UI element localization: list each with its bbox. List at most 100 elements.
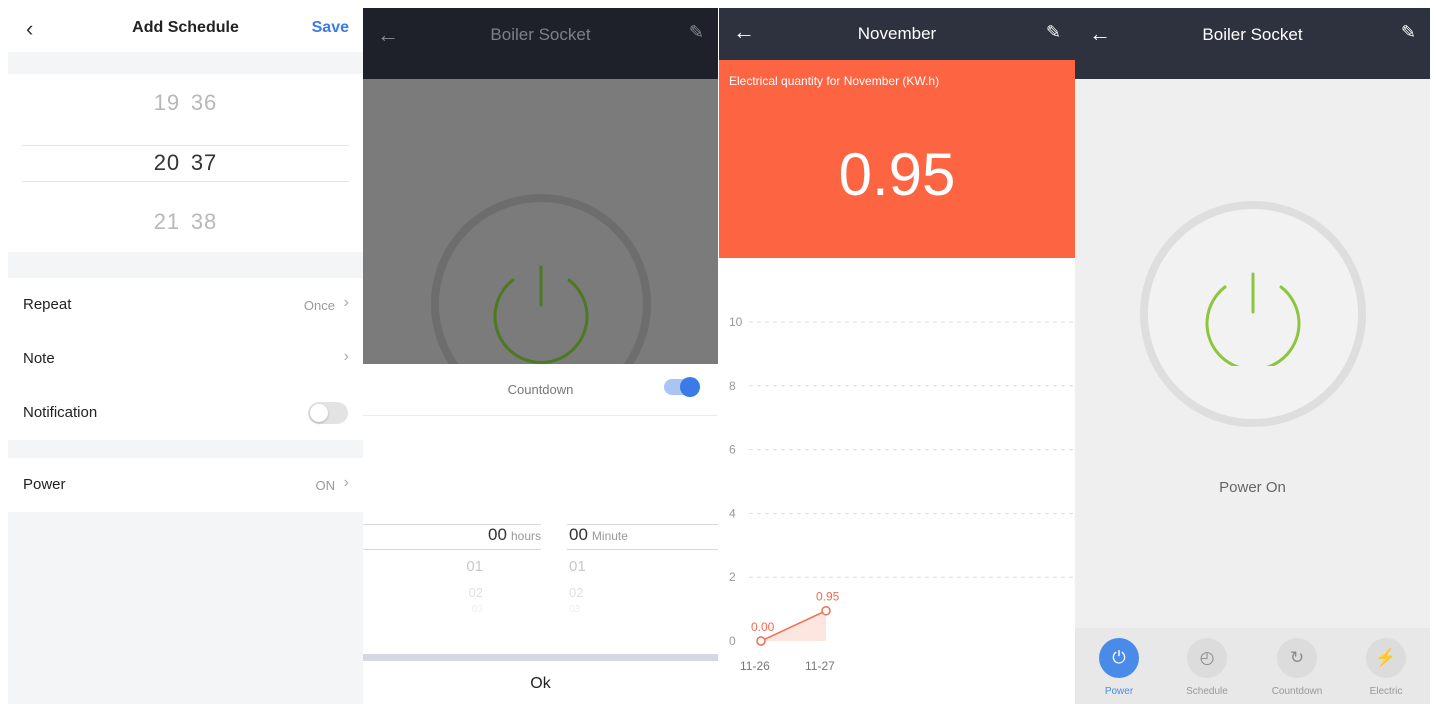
page-title: Add Schedule: [132, 19, 239, 36]
hours-options: 01 02 03: [363, 558, 541, 612]
repeat-value: Once: [303, 298, 335, 313]
minutes-picker[interactable]: 00 Minute 01 02 03: [567, 524, 718, 612]
countdown-screen: ← Boiler Socket ✎ Countdown 00 hours 01 0…: [363, 8, 718, 704]
nav-electric[interactable]: ⚡ Electric: [1351, 638, 1421, 697]
minute-selected: 37: [190, 150, 218, 175]
power-icon: [1205, 272, 1301, 366]
notification-toggle[interactable]: [308, 402, 348, 424]
minute-option: 38: [190, 209, 218, 234]
nav-label: Electric: [1369, 686, 1403, 697]
save-button[interactable]: Save: [312, 19, 349, 37]
power-options: Power ON ›: [8, 458, 363, 512]
hours-value: 00: [488, 525, 507, 544]
hour-selected: 20: [153, 150, 181, 175]
add-schedule-screen: ‹ Add Schedule Save 19 36 20 37 21 38 Re…: [8, 8, 363, 704]
socket-header: ← Boiler Socket ✎: [1075, 8, 1430, 79]
usage-caption: Electrical quantity for November (KW.h): [729, 74, 940, 88]
chevron-right-icon: ›: [343, 294, 349, 311]
minutes-option: 01: [569, 558, 586, 575]
power-row[interactable]: Power ON ›: [8, 458, 363, 512]
hours-picker[interactable]: 00 hours 01 02 03: [363, 524, 543, 612]
nav-label: Power: [1104, 686, 1134, 697]
time-option-next[interactable]: 21 38: [8, 209, 363, 235]
x-tick-label: 11-27: [805, 659, 835, 673]
pencil-icon[interactable]: ✎: [1046, 22, 1061, 43]
chevron-right-icon: ›: [343, 348, 349, 365]
notification-label: Notification: [23, 404, 98, 421]
socket-screen: ← Boiler Socket ✎ Power On ⏻ Power ◴ Sch…: [1075, 8, 1430, 704]
pencil-icon[interactable]: ✎: [1401, 22, 1416, 43]
power-label: Power: [23, 476, 66, 493]
minutes-option: 03: [569, 604, 581, 612]
y-tick-label: 10: [729, 315, 743, 329]
countdown-sheet: Countdown 00 hours 01 02 03 00 Minute 01 0…: [363, 364, 718, 704]
repeat-row[interactable]: Repeat Once ›: [8, 278, 363, 332]
electric-header: ← November ✎: [719, 8, 1075, 60]
minutes-value: 00: [569, 525, 588, 544]
nav-power[interactable]: ⏻ Power: [1084, 638, 1154, 697]
bottom-nav: ⏻ Power ◴ Schedule ↻ Countdown ⚡ Electri…: [1075, 628, 1430, 704]
nav-countdown[interactable]: ↻ Countdown: [1262, 638, 1332, 697]
chevron-right-icon: ›: [343, 474, 349, 491]
hour-option: 21: [153, 209, 181, 234]
time-option-prev[interactable]: 19 36: [8, 90, 363, 116]
hours-option: 01: [466, 558, 483, 575]
nav-label: Countdown: [1271, 686, 1323, 697]
usage-total: 0.95: [838, 141, 956, 208]
time-picker[interactable]: 19 36 20 37 21 38: [8, 74, 363, 252]
schedule-options: Repeat Once › Note › Notification: [8, 278, 363, 440]
hours-selected-row: 00 hours: [363, 524, 541, 550]
nav-label: Schedule: [1186, 686, 1228, 697]
schedule-header: ‹ Add Schedule Save: [8, 8, 363, 52]
y-tick-label: 0: [729, 634, 736, 648]
timer-icon: ↻: [1277, 638, 1317, 678]
usage-chart: 0 2 4 6 8 10 0.00 0.95 11-26 11-27: [729, 315, 1075, 673]
minutes-selected-row: 00 Minute: [567, 524, 718, 550]
minute-option: 36: [190, 90, 218, 115]
minutes-options: 01 02 03: [567, 558, 718, 612]
power-icon: ⏻: [1099, 638, 1139, 678]
switch-knob: [680, 377, 700, 397]
data-label: 0.95: [816, 590, 840, 604]
sheet-divider-bar: [363, 654, 718, 661]
countdown-switch[interactable]: [664, 377, 700, 397]
toggle-knob: [310, 404, 328, 422]
note-row[interactable]: Note ›: [8, 332, 363, 386]
data-point: [756, 636, 766, 646]
power-button-dimmed: [431, 194, 651, 364]
ok-button[interactable]: Ok: [363, 675, 718, 693]
y-tick-label: 4: [729, 506, 736, 520]
divider: [363, 415, 718, 416]
power-value: ON: [315, 478, 336, 493]
y-tick-label: 2: [729, 570, 736, 584]
data-point: [821, 605, 831, 616]
notification-row: Notification: [8, 386, 363, 440]
device-title: Boiler Socket: [490, 25, 591, 44]
nav-schedule[interactable]: ◴ Schedule: [1172, 638, 1242, 697]
note-label: Note: [23, 350, 55, 367]
minutes-option: 02: [569, 585, 584, 600]
data-label: 0.00: [751, 620, 775, 634]
countdown-header: ← Boiler Socket ✎: [363, 8, 718, 79]
y-tick-label: 8: [729, 379, 736, 393]
power-status: Power On: [1219, 479, 1286, 496]
usage-banner: Electrical quantity for November (KW.h) …: [719, 60, 1075, 258]
pencil-icon[interactable]: ✎: [689, 22, 704, 43]
picker-divider: [22, 145, 349, 146]
electric-screen: ← November ✎ Electrical quantity for Nov…: [719, 8, 1075, 704]
hours-option: 03: [471, 604, 483, 612]
clock-icon: ◴: [1187, 638, 1227, 678]
x-tick-label: 11-26: [740, 659, 770, 673]
minutes-unit: Minute: [591, 529, 628, 543]
hours-option: 02: [468, 585, 483, 600]
month-title: November: [857, 24, 937, 43]
device-title: Boiler Socket: [1202, 25, 1303, 44]
y-tick-label: 6: [729, 443, 736, 457]
repeat-label: Repeat: [23, 296, 72, 313]
hour-option: 19: [153, 90, 181, 115]
time-option-selected[interactable]: 20 37: [8, 150, 363, 176]
lightning-icon: ⚡: [1366, 638, 1406, 678]
dimmed-overlay[interactable]: [363, 79, 718, 364]
power-toggle-button[interactable]: [1140, 201, 1366, 427]
picker-divider: [22, 181, 349, 182]
